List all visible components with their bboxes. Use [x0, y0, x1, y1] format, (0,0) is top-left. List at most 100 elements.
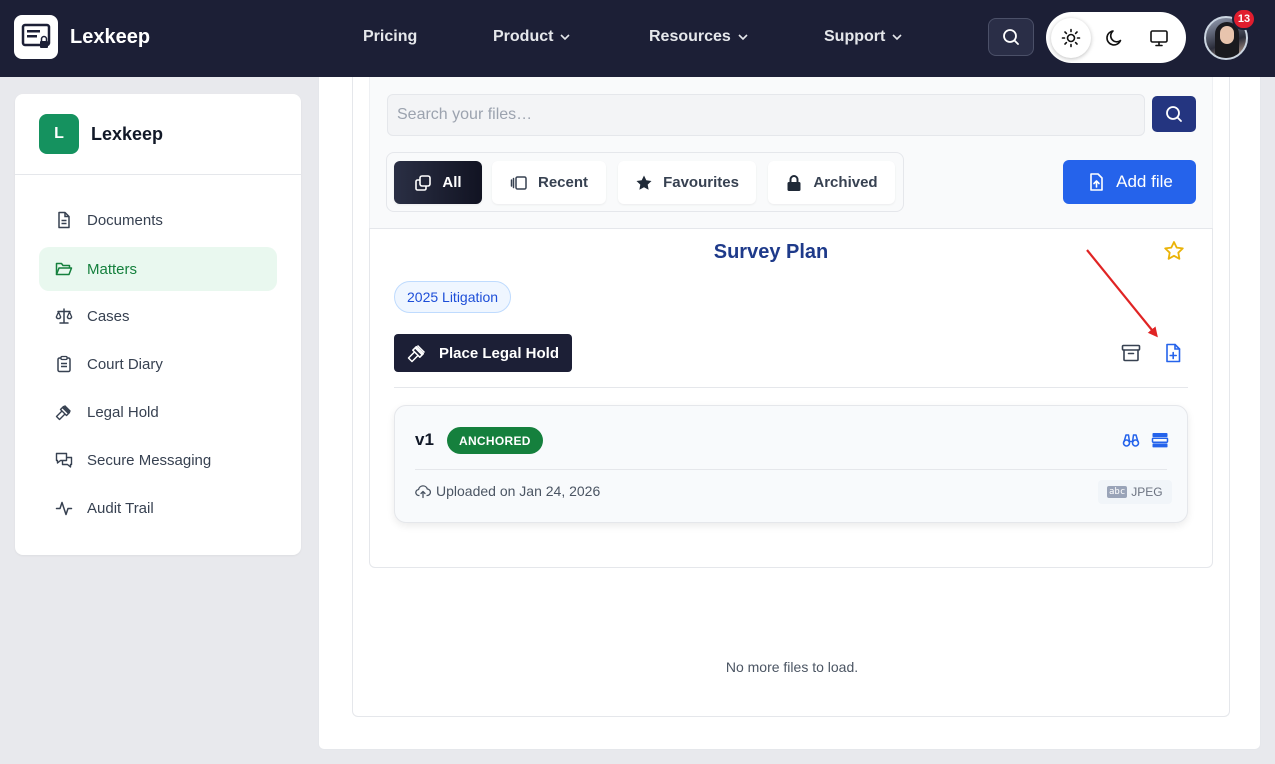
filter-recent[interactable]: Recent — [492, 161, 606, 204]
sidebar-item-label: Audit Trail — [87, 499, 154, 517]
sidebar-item-secure-messaging[interactable]: Secure Messaging — [39, 438, 277, 482]
server-icon — [1151, 433, 1169, 448]
sidebar-item-court-diary[interactable]: Court Diary — [39, 342, 277, 386]
nav-label: Product — [493, 28, 554, 45]
filter-label: Recent — [537, 174, 589, 191]
app-logo[interactable] — [14, 15, 58, 59]
document-icon — [58, 211, 70, 229]
sidebar-item-label: Matters — [87, 260, 138, 278]
clipboard-icon — [57, 355, 71, 373]
filter-archived[interactable]: Archived — [768, 161, 895, 204]
chat-icon — [55, 452, 73, 468]
workspace-logo: L — [39, 114, 79, 154]
sidebar-item-legal-hold[interactable]: Legal Hold — [39, 390, 277, 434]
matter-tag[interactable]: 2025 Litigation — [394, 281, 512, 313]
theme-light-button[interactable] — [1051, 17, 1091, 58]
cloud-upload-icon — [415, 485, 431, 499]
place-legal-hold-button[interactable]: Place Legal Hold — [394, 334, 572, 372]
divider — [394, 387, 1188, 388]
search-icon — [1003, 29, 1019, 45]
top-navbar: Lexkeep Pricing Product Resources Suppor… — [0, 0, 1275, 77]
lock-icon — [787, 174, 801, 191]
favourite-button[interactable] — [1163, 240, 1185, 267]
version-card[interactable]: v1 ANCHORED Uploaded on Jan 24, 2026 abc… — [394, 405, 1188, 523]
inspect-version-button[interactable] — [1122, 431, 1140, 454]
notification-badge[interactable]: 13 — [1232, 8, 1256, 30]
theme-switcher — [1046, 12, 1186, 63]
monitor-icon — [1150, 29, 1168, 46]
sidebar-item-label: Documents — [87, 211, 163, 229]
file-card: Survey Plan 2025 Litigation Place Legal … — [369, 228, 1213, 568]
filter-favourites[interactable]: Favourites — [618, 161, 756, 204]
filter-label: All — [442, 174, 462, 191]
version-label: v1 — [415, 430, 434, 449]
gallery-icon — [510, 175, 527, 190]
folder-open-icon — [55, 262, 73, 276]
file-upload-icon — [1090, 173, 1103, 191]
file-plus-icon — [1166, 343, 1181, 363]
gavel-icon — [55, 405, 71, 421]
chevron-down-icon — [892, 34, 902, 41]
sidebar-item-label: Court Diary — [87, 355, 163, 373]
sidebar-header: L Lexkeep — [15, 94, 301, 175]
nav-label: Resources — [649, 28, 731, 45]
workspace-name: Lexkeep — [91, 124, 164, 144]
activity-icon — [55, 501, 73, 516]
brand-name[interactable]: Lexkeep — [70, 26, 150, 49]
nav-label: Support — [824, 28, 886, 45]
logo-icon — [21, 23, 51, 48]
status-badge: ANCHORED — [447, 427, 543, 454]
files-toolbar: All Recent Favourites Archived Add file — [369, 77, 1213, 229]
file-search-input[interactable] — [387, 94, 1145, 136]
filter-label: Archived — [813, 174, 878, 191]
upload-date-text: Uploaded on Jan 24, 2026 — [436, 483, 601, 499]
star-icon — [636, 175, 652, 190]
sidebar-item-documents[interactable]: Documents — [39, 198, 277, 242]
sidebar-item-label: Secure Messaging — [87, 451, 212, 469]
sun-icon — [1061, 28, 1081, 47]
nav-resources[interactable]: Resources — [649, 28, 749, 46]
sidebar-item-audit-trail[interactable]: Audit Trail — [39, 486, 277, 530]
binoculars-icon — [1122, 434, 1140, 447]
file-type-text: JPEG — [1131, 485, 1163, 499]
nav-label: Pricing — [363, 28, 418, 45]
sidebar: L Lexkeep Documents Matters Cases Court … — [15, 94, 301, 555]
version-details-button[interactable] — [1151, 431, 1169, 454]
files-container: All Recent Favourites Archived Add file — [352, 77, 1230, 717]
chevron-down-icon — [738, 34, 748, 41]
add-version-button[interactable] — [1162, 342, 1184, 369]
file-filter-tabs: All Recent Favourites Archived — [386, 152, 904, 212]
star-outline-icon — [1164, 241, 1184, 260]
archive-icon — [1121, 344, 1141, 362]
upload-date: Uploaded on Jan 24, 2026 — [415, 483, 600, 499]
scales-icon — [55, 308, 73, 324]
sidebar-item-matters[interactable]: Matters — [39, 247, 277, 291]
add-file-label: Add file — [1116, 172, 1173, 191]
gavel-icon — [407, 344, 425, 363]
search-icon — [1166, 106, 1182, 122]
nav-pricing[interactable]: Pricing — [363, 28, 417, 46]
sidebar-item-cases[interactable]: Cases — [39, 294, 277, 338]
file-type-chip: abc JPEG — [1098, 480, 1172, 504]
theme-system-button[interactable] — [1139, 18, 1179, 58]
moon-icon — [1106, 29, 1122, 46]
global-search-button[interactable] — [988, 18, 1034, 56]
add-file-button[interactable]: Add file — [1063, 160, 1196, 204]
nav-support[interactable]: Support — [824, 28, 903, 46]
file-search-button[interactable] — [1152, 96, 1196, 132]
divider — [415, 469, 1167, 470]
nav-product[interactable]: Product — [493, 28, 571, 46]
chevron-down-icon — [560, 34, 571, 41]
sidebar-item-label: Legal Hold — [87, 403, 159, 421]
theme-dark-button[interactable] — [1095, 18, 1135, 58]
sidebar-item-label: Cases — [87, 307, 130, 325]
abc-icon: abc — [1107, 486, 1128, 498]
copy-icon — [415, 174, 432, 191]
filter-all[interactable]: All — [394, 161, 482, 204]
end-of-list-message: No more files to load. — [725, 659, 859, 675]
hold-button-label: Place Legal Hold — [438, 344, 560, 362]
main-panel: All Recent Favourites Archived Add file — [318, 77, 1261, 750]
file-title: Survey Plan — [713, 241, 829, 263]
archive-button[interactable] — [1120, 342, 1142, 369]
filter-label: Favourites — [663, 174, 739, 191]
